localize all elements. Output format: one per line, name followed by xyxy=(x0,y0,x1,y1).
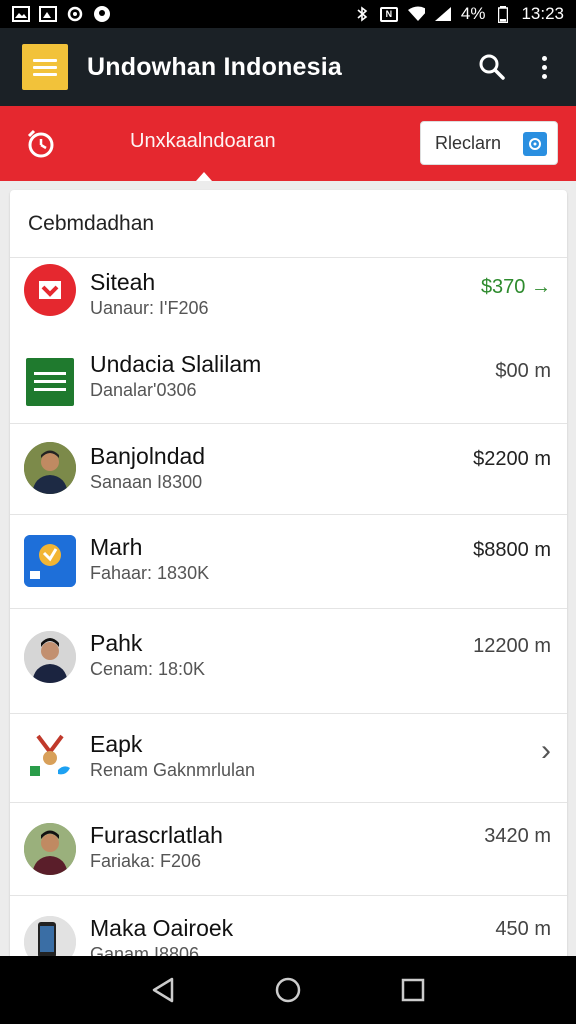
item-name: Furascrlatlah xyxy=(90,822,223,848)
search-button[interactable] xyxy=(472,47,512,87)
item-name: Banjolndad xyxy=(90,443,206,469)
search-icon xyxy=(479,54,505,80)
battery-icon xyxy=(494,5,512,23)
card-title: Cebmdadhan xyxy=(10,190,567,258)
recents-button[interactable] xyxy=(388,965,438,1015)
redeem-label: Rleclarn xyxy=(435,132,502,153)
item-subtitle: Sanaan I8300 xyxy=(90,472,203,492)
item-name: Siteah xyxy=(90,269,156,295)
item-name: Undacia Slalilam xyxy=(90,351,262,377)
person-photo-avatar xyxy=(24,631,76,683)
item-subtitle: Fariaka: F206 xyxy=(90,851,202,871)
item-amount: 12200 m xyxy=(473,635,551,657)
list-item[interactable]: Eapk Renam Gaknmrlulan › xyxy=(10,714,567,802)
item-amount: 3420 m xyxy=(484,825,551,847)
home-icon xyxy=(275,977,301,1003)
social-logos-icon xyxy=(24,732,76,784)
blue-app-icon xyxy=(24,535,76,587)
list-item[interactable]: Furascrlatlah Fariaka: F206 3420 m xyxy=(10,803,567,895)
item-name: Eapk xyxy=(90,731,143,757)
item-name: Maka Oairoek xyxy=(90,915,234,941)
phone-photo-avatar xyxy=(24,916,76,960)
photo-icon xyxy=(39,6,57,22)
sync-icon xyxy=(66,6,84,22)
more-vert-icon xyxy=(541,55,547,79)
home-button[interactable] xyxy=(263,965,313,1015)
tab-indicator xyxy=(196,172,212,181)
alarm-clock-icon[interactable] xyxy=(24,127,58,161)
list-item[interactable]: Maka Oairoek Ganam I8806 450 m xyxy=(10,896,567,960)
redeem-icon xyxy=(523,132,547,156)
item-name: Pahk xyxy=(90,630,143,656)
signal-icon xyxy=(434,6,452,22)
overflow-menu-button[interactable] xyxy=(524,47,564,87)
status-bar: N 4% 13:23 xyxy=(0,0,576,28)
red-download-icon xyxy=(24,264,76,316)
list-item[interactable]: Marh Fahaar: 1830K $8800 m xyxy=(10,515,567,608)
item-amount: $00 m xyxy=(495,360,551,382)
menu-icon xyxy=(33,58,57,62)
person-photo-avatar xyxy=(24,442,76,494)
list-item[interactable]: Siteah Uanaur: I'F206 $370 → xyxy=(10,258,567,342)
app-title: Undowhan Indonesia xyxy=(87,52,342,81)
location-icon xyxy=(93,6,111,22)
gallery-icon xyxy=(12,6,30,22)
nfc-icon: N xyxy=(379,6,398,22)
tab-active[interactable]: Unxkaalndoaran xyxy=(130,130,276,153)
list-item[interactable]: Undacia Slalilam Danalar'0306 $00 m xyxy=(10,342,567,424)
list-item[interactable]: Pahk Cenam: 18:0K 12200 m xyxy=(10,609,567,713)
system-nav-bar xyxy=(0,956,576,1024)
chevron-right-icon[interactable]: › xyxy=(541,734,551,768)
wifi-icon xyxy=(407,6,425,22)
item-subtitle: Renam Gaknmrlulan xyxy=(90,760,256,780)
app-bar: Undowhan Indonesia xyxy=(0,28,576,106)
green-logo-icon xyxy=(26,358,74,406)
item-amount: $370 → xyxy=(480,276,551,298)
clock: 13:23 xyxy=(521,4,564,23)
person-photo-avatar xyxy=(24,823,76,875)
item-subtitle: Danalar'0306 xyxy=(90,380,197,400)
menu-button[interactable] xyxy=(22,44,68,90)
category-bar: Unxkaalndoaran Rleclarn xyxy=(0,106,576,181)
item-subtitle: Uanaur: I'F206 xyxy=(90,298,209,318)
item-amount: $2200 m xyxy=(473,448,551,470)
recents-icon xyxy=(402,978,425,1002)
item-name: Marh xyxy=(90,534,143,560)
item-amount: $8800 m xyxy=(473,539,551,561)
bluetooth-icon xyxy=(353,6,371,22)
item-amount: 450 m xyxy=(495,918,551,940)
list-item[interactable]: Banjolndad Sanaan I8300 $2200 m xyxy=(10,424,567,514)
redeem-button[interactable]: Rleclarn xyxy=(420,121,558,165)
battery-percent: 4% xyxy=(460,4,486,23)
item-subtitle: Cenam: 18:0K xyxy=(90,659,206,679)
transactions-card: Cebmdadhan Siteah Uanaur: I'F206 $370 → … xyxy=(10,190,567,960)
back-button[interactable] xyxy=(138,965,188,1015)
item-subtitle: Fahaar: 1830K xyxy=(90,563,210,583)
back-icon xyxy=(152,977,173,1003)
